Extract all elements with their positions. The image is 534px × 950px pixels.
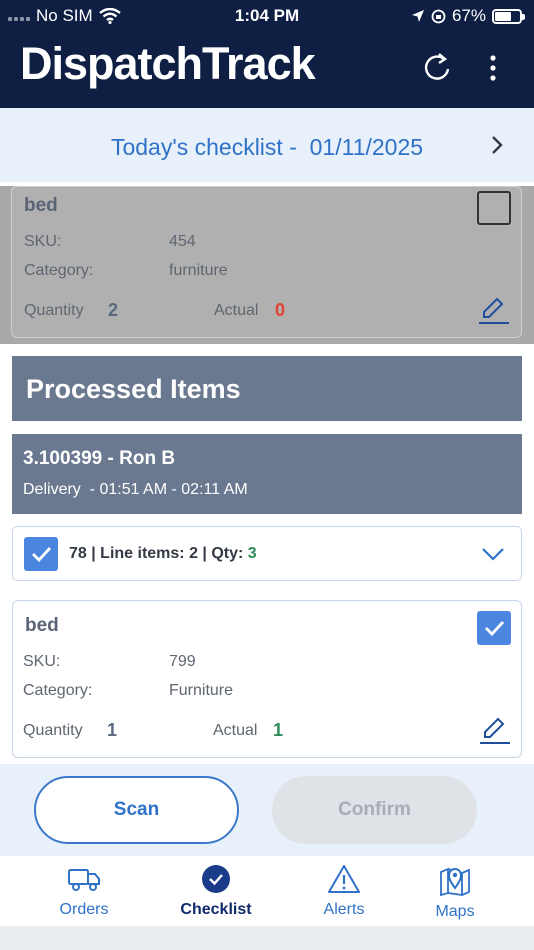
- pending-category-value: furniture: [169, 262, 228, 279]
- status-bar: No SIM 1:04 PM 67%: [0, 0, 534, 30]
- edit-pencil-icon[interactable]: [479, 715, 511, 745]
- line-items-qty: 3: [247, 545, 257, 562]
- processed-item-name: bed: [25, 615, 59, 636]
- pending-item-name: bed: [24, 195, 58, 216]
- pending-sku-value: 454: [169, 233, 196, 250]
- tab-checklist-label: Checklist: [180, 901, 252, 918]
- chevron-down-icon[interactable]: [481, 546, 505, 562]
- tab-checklist[interactable]: Checklist: [156, 864, 276, 919]
- pending-item-checkbox[interactable]: [477, 191, 511, 225]
- top-bar: No SIM 1:04 PM 67% DispatchTrack: [0, 0, 534, 108]
- battery-icon: [492, 8, 525, 24]
- processed-category-label: Category:: [23, 682, 93, 699]
- scan-button[interactable]: Scan: [34, 776, 239, 844]
- processed-actual-value: 1: [273, 720, 284, 740]
- map-pin-icon: [440, 867, 470, 897]
- processed-actual-label: Actual: [213, 722, 258, 739]
- processed-sku-value: 799: [169, 653, 196, 670]
- edit-pencil-icon[interactable]: [478, 295, 510, 325]
- battery-percent: 67%: [451, 6, 486, 25]
- battery-fill: [495, 11, 512, 21]
- processed-sku-label: SKU:: [23, 653, 61, 670]
- processed-item-card[interactable]: bed SKU: 799 Category: Furniture Quantit…: [12, 600, 522, 758]
- confirm-button[interactable]: Confirm: [272, 776, 477, 844]
- tab-maps[interactable]: Maps: [395, 864, 515, 921]
- order-id: 3.100399 - Ron B: [23, 448, 176, 469]
- tab-maps-label: Maps: [435, 903, 475, 920]
- app-screen: No SIM 1:04 PM 67% DispatchTrack Today's…: [0, 0, 534, 950]
- home-indicator-area: [0, 926, 534, 950]
- more-vertical-icon[interactable]: [488, 55, 498, 81]
- processed-items-section: Processed Items 3.100399 - Ron B Deliver…: [0, 344, 534, 764]
- refresh-icon[interactable]: [422, 50, 452, 84]
- line-items-row[interactable]: 78 | Line items: 2 | Qty: 3: [12, 526, 522, 581]
- pending-category-label: Category:: [24, 262, 94, 279]
- pending-sku-label: SKU:: [24, 233, 62, 250]
- processed-quantity-label: Quantity: [23, 722, 83, 739]
- line-items-checkbox[interactable]: [24, 537, 58, 571]
- checklist-label: Today's checklist -: [110, 134, 297, 160]
- check-circle-icon: [202, 865, 230, 893]
- checkmark-icon: [32, 547, 52, 563]
- pending-quantity-value: 2: [108, 300, 119, 320]
- processed-items-heading: Processed Items: [12, 356, 522, 421]
- pending-actual-value: 0: [275, 300, 286, 320]
- checklist-date-bar: Today's checklist - 01/11/2025: [0, 108, 534, 186]
- pending-items-overlay: bed SKU: 454 Category: furniture Quantit…: [0, 186, 534, 344]
- tab-orders-label: Orders: [59, 901, 109, 918]
- tab-alerts-label: Alerts: [323, 901, 365, 918]
- chevron-right-icon[interactable]: [490, 134, 504, 156]
- action-bar: Scan Confirm: [0, 764, 534, 856]
- pending-actual-label: Actual: [214, 302, 259, 319]
- alert-triangle-icon: [328, 865, 360, 893]
- checklist-date: 01/11/2025: [309, 134, 424, 160]
- tab-orders[interactable]: Orders: [24, 864, 144, 919]
- checkmark-icon: [485, 621, 505, 637]
- location-arrow-icon: [411, 10, 424, 22]
- checklist-title: Today's checklist - 01/11/2025: [0, 134, 534, 161]
- tab-alerts[interactable]: Alerts: [284, 864, 404, 919]
- order-header: 3.100399 - Ron B Delivery - 01:51 AM - 0…: [12, 434, 522, 514]
- processed-quantity-value: 1: [107, 720, 118, 740]
- orientation-lock-icon: [431, 9, 446, 23]
- processed-item-checkbox[interactable]: [477, 611, 511, 645]
- order-delivery-window: Delivery - 01:51 AM - 02:11 AM: [23, 481, 248, 498]
- line-items-label: 78 | Line items: 2 | Qty:: [69, 545, 244, 562]
- bottom-tab-bar: Orders Checklist Alerts Maps: [0, 856, 534, 926]
- processed-category-value: Furniture: [169, 682, 234, 699]
- pending-quantity-label: Quantity: [24, 302, 84, 319]
- app-logo: DispatchTrack: [20, 38, 316, 89]
- truck-icon: [68, 869, 100, 891]
- pending-item-card[interactable]: bed SKU: 454 Category: furniture Quantit…: [11, 186, 522, 338]
- line-items-summary: 78 | Line items: 2 | Qty: 3: [69, 545, 257, 563]
